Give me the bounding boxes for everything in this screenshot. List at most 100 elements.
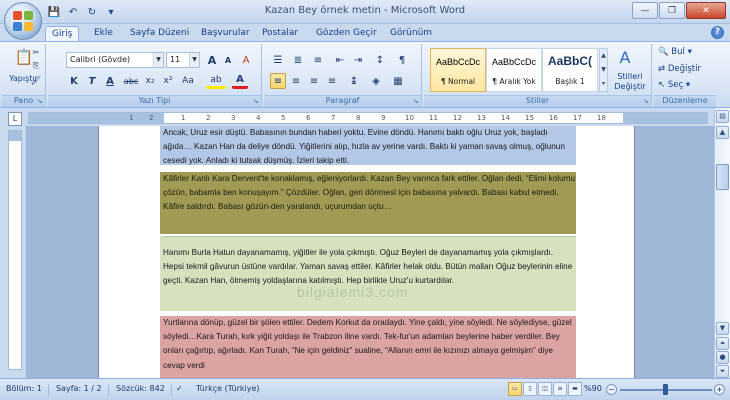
- align-right-icon[interactable]: ≡: [306, 73, 322, 89]
- change-styles-button[interactable]: Stilleri Değiştir: [610, 72, 650, 92]
- font-name-combo[interactable]: Calibri (Gövde) ▼: [66, 52, 164, 68]
- zoom-out-icon[interactable]: −: [606, 384, 617, 395]
- print-layout-icon[interactable]: ▭: [508, 382, 522, 396]
- status-section[interactable]: Bölüm: 1: [6, 384, 49, 396]
- align-center-icon[interactable]: ≡: [288, 73, 304, 89]
- zoom-slider-thumb[interactable]: [663, 384, 668, 395]
- status-language[interactable]: Türkçe (Türkiye): [196, 384, 266, 396]
- select-button[interactable]: ↖ Seç ▾: [658, 80, 690, 90]
- paragraph[interactable]: Kâfirler Kanlı Kara Dervent'te konaklamı…: [160, 172, 576, 234]
- tab-gorunum[interactable]: Görünüm: [384, 26, 438, 42]
- document-area: Ancak, Uruz esir düştü. Babasının bundan…: [26, 126, 714, 378]
- style-sample: AaBbC(: [548, 54, 592, 68]
- bold-button[interactable]: K: [66, 73, 82, 89]
- full-screen-reading-icon[interactable]: ▯: [523, 382, 537, 396]
- italic-button[interactable]: T: [84, 73, 100, 89]
- zoom-in-icon[interactable]: +: [714, 384, 725, 395]
- styles-gallery-scroll[interactable]: ▲ ▼ ▾: [599, 48, 608, 92]
- numbering-icon[interactable]: ≣: [290, 52, 306, 68]
- copy-icon[interactable]: ⎘: [30, 60, 42, 72]
- underline-button[interactable]: A: [102, 73, 118, 89]
- minimize-button[interactable]: —: [632, 2, 658, 19]
- document-page[interactable]: Ancak, Uruz esir düştü. Babasının bundan…: [98, 126, 635, 378]
- show-marks-button[interactable]: ¶: [394, 52, 410, 68]
- tab-giris[interactable]: Giriş: [45, 26, 80, 42]
- scroll-up-icon[interactable]: ▲: [716, 126, 729, 139]
- vertical-scrollbar[interactable]: ▤ ▲ ▼ ⏶ ● ⏷: [714, 108, 730, 378]
- highlight-button[interactable]: ab: [206, 73, 226, 89]
- status-page[interactable]: Sayfa: 1 / 2: [56, 384, 109, 396]
- vertical-ruler[interactable]: [8, 130, 22, 370]
- browse-object-icon[interactable]: ●: [716, 351, 729, 364]
- zoom-level[interactable]: %90: [584, 384, 602, 393]
- status-words[interactable]: Sözcük: 842: [116, 384, 172, 396]
- maximize-button[interactable]: ❐: [659, 2, 685, 19]
- paragraph-launcher-icon[interactable]: ↘: [411, 97, 420, 106]
- align-left-icon[interactable]: ≡: [270, 73, 286, 89]
- style-no-spacing[interactable]: AaBbCcDc ¶ Aralık Yok: [486, 48, 542, 92]
- change-case-button[interactable]: Aa: [180, 73, 196, 89]
- chevron-down-icon: ▾: [685, 80, 691, 90]
- multilevel-list-icon[interactable]: ≡: [310, 52, 326, 68]
- horizontal-ruler[interactable]: 1 2 1 2 3 4 5 6 7 8 9 10 11 12 13 14 15 …: [28, 112, 708, 124]
- ruler-toggle-icon[interactable]: ▤: [716, 110, 729, 123]
- superscript-button[interactable]: x²: [160, 73, 176, 89]
- ruler-tick-label: 17: [573, 114, 582, 122]
- strikethrough-button[interactable]: abc: [122, 73, 140, 89]
- tab-gozden-gecir[interactable]: Gözden Geçir: [310, 26, 383, 42]
- decrease-indent-icon[interactable]: ⇤: [332, 52, 348, 68]
- ruler-margin-right: [623, 113, 707, 123]
- replace-icon: ⇄: [658, 64, 666, 74]
- outline-view-icon[interactable]: ≡: [553, 382, 567, 396]
- change-styles-icon[interactable]: A: [614, 46, 636, 68]
- chevron-down-icon[interactable]: ▼: [153, 53, 163, 67]
- line-spacing-icon[interactable]: ↨: [346, 73, 362, 89]
- status-language-icon[interactable]: ✓: [176, 384, 189, 396]
- draft-view-icon[interactable]: ▬: [568, 382, 582, 396]
- font-name-value: Calibri (Gövde): [70, 55, 131, 64]
- help-icon[interactable]: ?: [711, 26, 724, 39]
- font-launcher-icon[interactable]: ↘: [251, 97, 260, 106]
- shrink-font-icon[interactable]: A: [220, 52, 236, 68]
- chevron-down-icon[interactable]: ▼: [189, 53, 199, 67]
- format-painter-icon[interactable]: 🖌: [30, 74, 42, 86]
- next-page-icon[interactable]: ⏷: [716, 365, 729, 378]
- subscript-button[interactable]: x₂: [142, 73, 158, 89]
- scroll-down-icon[interactable]: ▼: [716, 322, 729, 335]
- tab-selector-icon[interactable]: L: [8, 112, 22, 126]
- paragraph[interactable]: Yurtlarına dönüp, güzel bir şölen ettile…: [160, 316, 576, 378]
- scroll-thumb[interactable]: [716, 164, 729, 190]
- close-button[interactable]: ✕: [686, 2, 726, 19]
- cut-icon[interactable]: ✂: [30, 46, 42, 58]
- replace-button[interactable]: ⇄ Değiştir: [658, 64, 701, 74]
- increase-indent-icon[interactable]: ⇥: [350, 52, 366, 68]
- group-clipboard: 📋 Yapıştır ✂ ⎘ 🖌 Pano ↘: [2, 44, 46, 107]
- office-button[interactable]: [4, 2, 42, 40]
- borders-icon[interactable]: ▦: [390, 73, 406, 89]
- ruler-tick-label: 1: [129, 114, 134, 122]
- window-controls: — ❐ ✕: [632, 2, 726, 19]
- tab-ekle[interactable]: Ekle: [88, 26, 119, 42]
- grow-font-icon[interactable]: A: [204, 52, 220, 68]
- group-label-styles: Stiller: [424, 95, 651, 107]
- clear-format-icon[interactable]: A: [238, 52, 254, 68]
- shading-icon[interactable]: ◈: [368, 73, 384, 89]
- tab-basvurular[interactable]: Başvurular: [195, 26, 256, 42]
- previous-page-icon[interactable]: ⏶: [716, 337, 729, 350]
- bullets-icon[interactable]: ☰: [270, 52, 286, 68]
- sort-icon[interactable]: ↕: [372, 52, 388, 68]
- find-button[interactable]: 🔍 Bul ▾: [658, 47, 692, 57]
- tab-postalar[interactable]: Postalar: [256, 26, 304, 42]
- justify-icon[interactable]: ≡: [324, 73, 340, 89]
- paragraph-selected[interactable]: Ancak, Uruz esir düştü. Babasının bundan…: [160, 126, 576, 165]
- ruler-margin-left: [29, 113, 164, 123]
- tab-sayfa-duzeni[interactable]: Sayfa Düzeni: [124, 26, 195, 42]
- font-size-combo[interactable]: 11 ▼: [166, 52, 200, 68]
- select-label: Seç: [667, 80, 684, 90]
- style-normal[interactable]: AaBbCcDc ¶ Normal: [430, 48, 486, 92]
- font-color-button[interactable]: A: [232, 73, 248, 89]
- style-heading-1[interactable]: AaBbC( Başlık 1: [542, 48, 598, 92]
- clipboard-launcher-icon[interactable]: ↘: [35, 97, 44, 106]
- styles-launcher-icon[interactable]: ↘: [641, 97, 650, 106]
- web-layout-icon[interactable]: ◫: [538, 382, 552, 396]
